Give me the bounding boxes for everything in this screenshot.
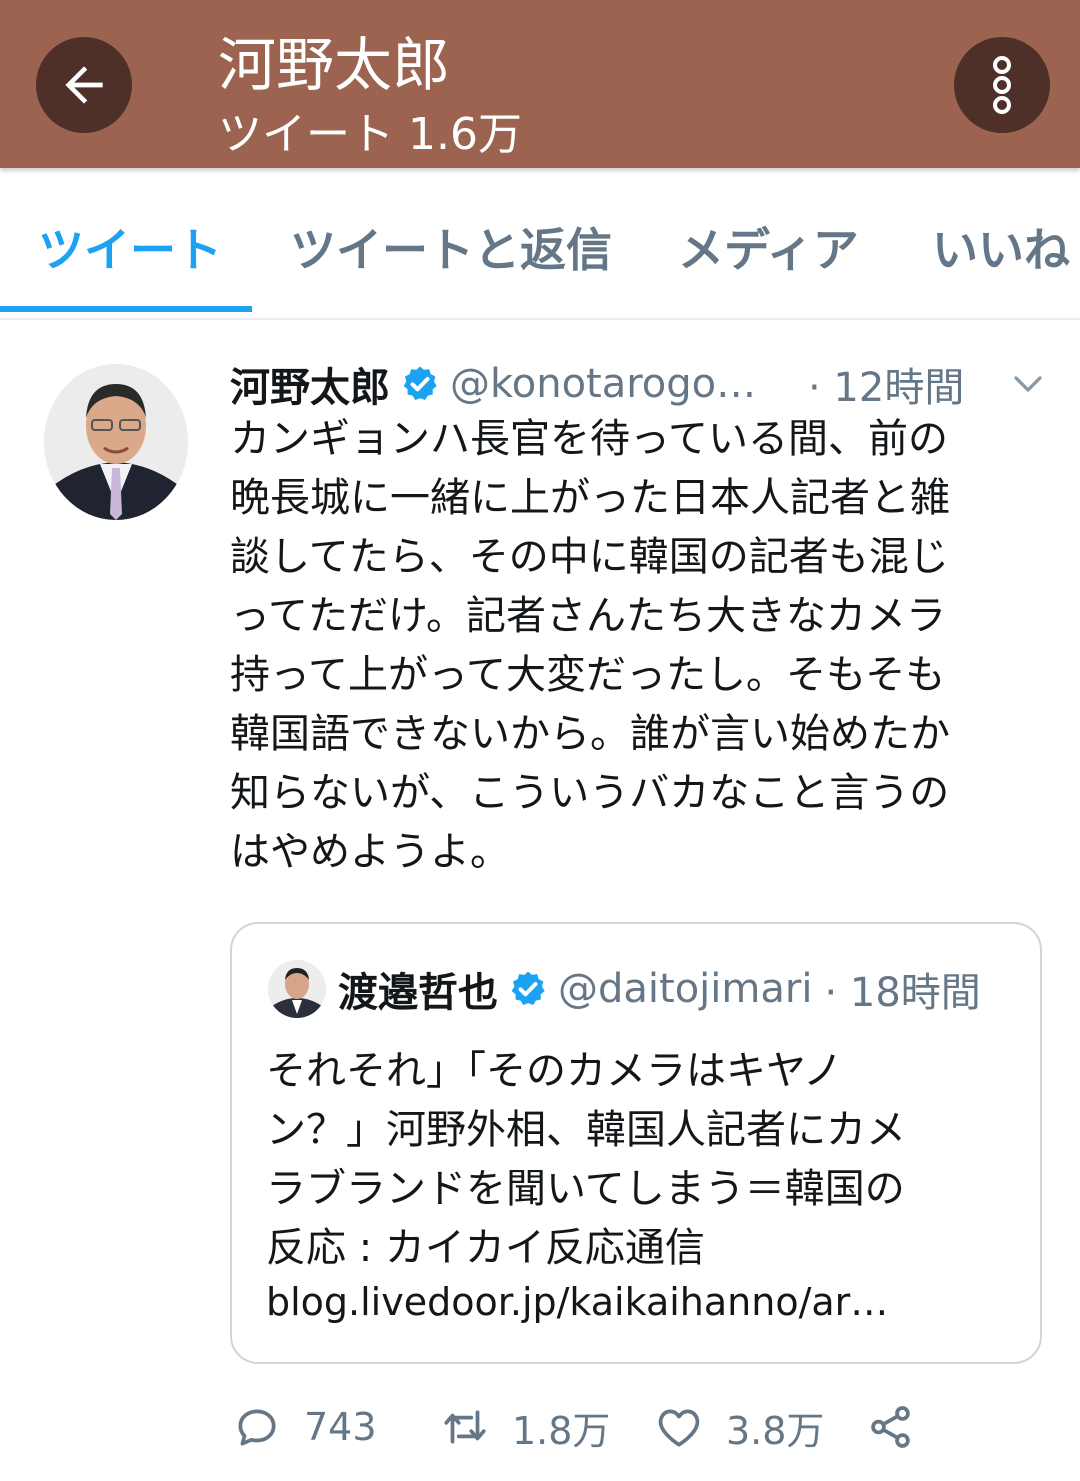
quoted-link[interactable]: blog.livedoor.jp/kaikaihanno/ar…: [266, 1280, 888, 1324]
quoted-author-avatar: [268, 960, 326, 1018]
verified-badge-icon: [403, 366, 437, 400]
quoted-line: ン？」河野外相、韓国人記者にカメ: [266, 1107, 906, 1153]
profile-tabs: ツイート ツイートと返信 メディア いいね: [0, 170, 1080, 320]
quoted-tweet-timestamp: · 18時間: [824, 970, 981, 1016]
chevron-down-icon[interactable]: [1010, 366, 1046, 402]
like-icon: [658, 1409, 700, 1447]
like-count: 3.8万: [726, 1408, 825, 1453]
quoted-author-name: 渡邉哲也: [338, 970, 498, 1016]
quoted-tweet-body: それそれ」「そのカメラはキヤノ ン？」河野外相、韓国人記者にカメ ラブランドを聞…: [266, 1042, 1026, 1278]
quoted-tweet-header: 渡邉哲也 @daitojimari · 18時間: [338, 960, 981, 1018]
reply-button[interactable]: 743: [232, 1390, 377, 1464]
tweet-line: カンギョンハ長官を待っている間、前の: [230, 416, 948, 462]
tab-tweets[interactable]: ツイート: [38, 214, 222, 280]
back-arrow-icon: [65, 66, 103, 104]
tweet-line: 韓国語できないから。誰が言い始めたか: [230, 711, 950, 757]
profile-title: 河野太郎: [218, 31, 451, 99]
reply-count: 743: [304, 1405, 377, 1449]
author-handle[interactable]: @konotarogo…: [450, 361, 756, 407]
reply-icon: [238, 1409, 276, 1446]
tab-tweets-and-replies[interactable]: ツイートと返信: [290, 214, 612, 280]
retweet-icon: [444, 1410, 486, 1444]
retweet-count: 1.8万: [512, 1408, 611, 1453]
tweet-header: 河野太郎 @konotarogo…: [230, 354, 756, 414]
tab-media[interactable]: メディア: [678, 214, 859, 280]
quoted-tweet-card[interactable]: 渡邉哲也 @daitojimari · 18時間 それそれ」「そのカメラはキヤノ…: [230, 922, 1042, 1364]
tweet-count: ツイート 1.6万: [218, 109, 522, 160]
quoted-line: それそれ」「そのカメラはキヤノ: [266, 1048, 843, 1094]
tweet-line: はやめようよ。: [230, 829, 510, 875]
quoted-line: 反応 : カイカイ反応通信: [266, 1225, 705, 1271]
author-name[interactable]: 河野太郎: [230, 355, 390, 413]
quoted-avatar-portrait: [268, 960, 326, 1018]
like-button[interactable]: 3.8万: [654, 1390, 824, 1464]
retweet-button[interactable]: 1.8万: [440, 1390, 610, 1464]
author-avatar[interactable]: [44, 364, 188, 520]
tweet-line: 持って上がって大変だったし。そもそも: [230, 652, 946, 698]
tweet-actions: 743 1.8万 3.8万: [0, 1390, 1080, 1470]
tweet-line: 知らないが、こういうバカなこと言うの: [230, 770, 950, 816]
app-header: 河野太郎 ツイート 1.6万: [0, 0, 1080, 168]
share-icon: [871, 1406, 910, 1448]
share-button[interactable]: [866, 1390, 916, 1464]
more-vertical-icon: [993, 56, 1011, 114]
quoted-line: ラブランドを聞いてしまう＝韓国の: [266, 1166, 905, 1212]
tweet-timestamp[interactable]: · 12時間: [808, 354, 964, 414]
active-tab-indicator: [0, 306, 252, 312]
verified-badge-icon: [511, 971, 545, 1005]
more-options-button[interactable]: [954, 37, 1050, 133]
tab-likes[interactable]: いいね: [932, 214, 1070, 280]
tweet-line: ってただけ。記者さんたち大きなカメラ: [230, 593, 946, 639]
avatar-portrait: [44, 364, 188, 520]
tweet-body: カンギョンハ長官を待っている間、前の 晩長城に一緒に上がった日本人記者と雑 談し…: [230, 410, 1050, 882]
tweet-line: 晩長城に一緒に上がった日本人記者と雑: [230, 475, 950, 521]
tweet-line: 談してたら、その中に韓国の記者も混じ: [230, 534, 949, 580]
back-button[interactable]: [36, 37, 132, 133]
quoted-author-handle: @daitojimari: [558, 966, 813, 1012]
